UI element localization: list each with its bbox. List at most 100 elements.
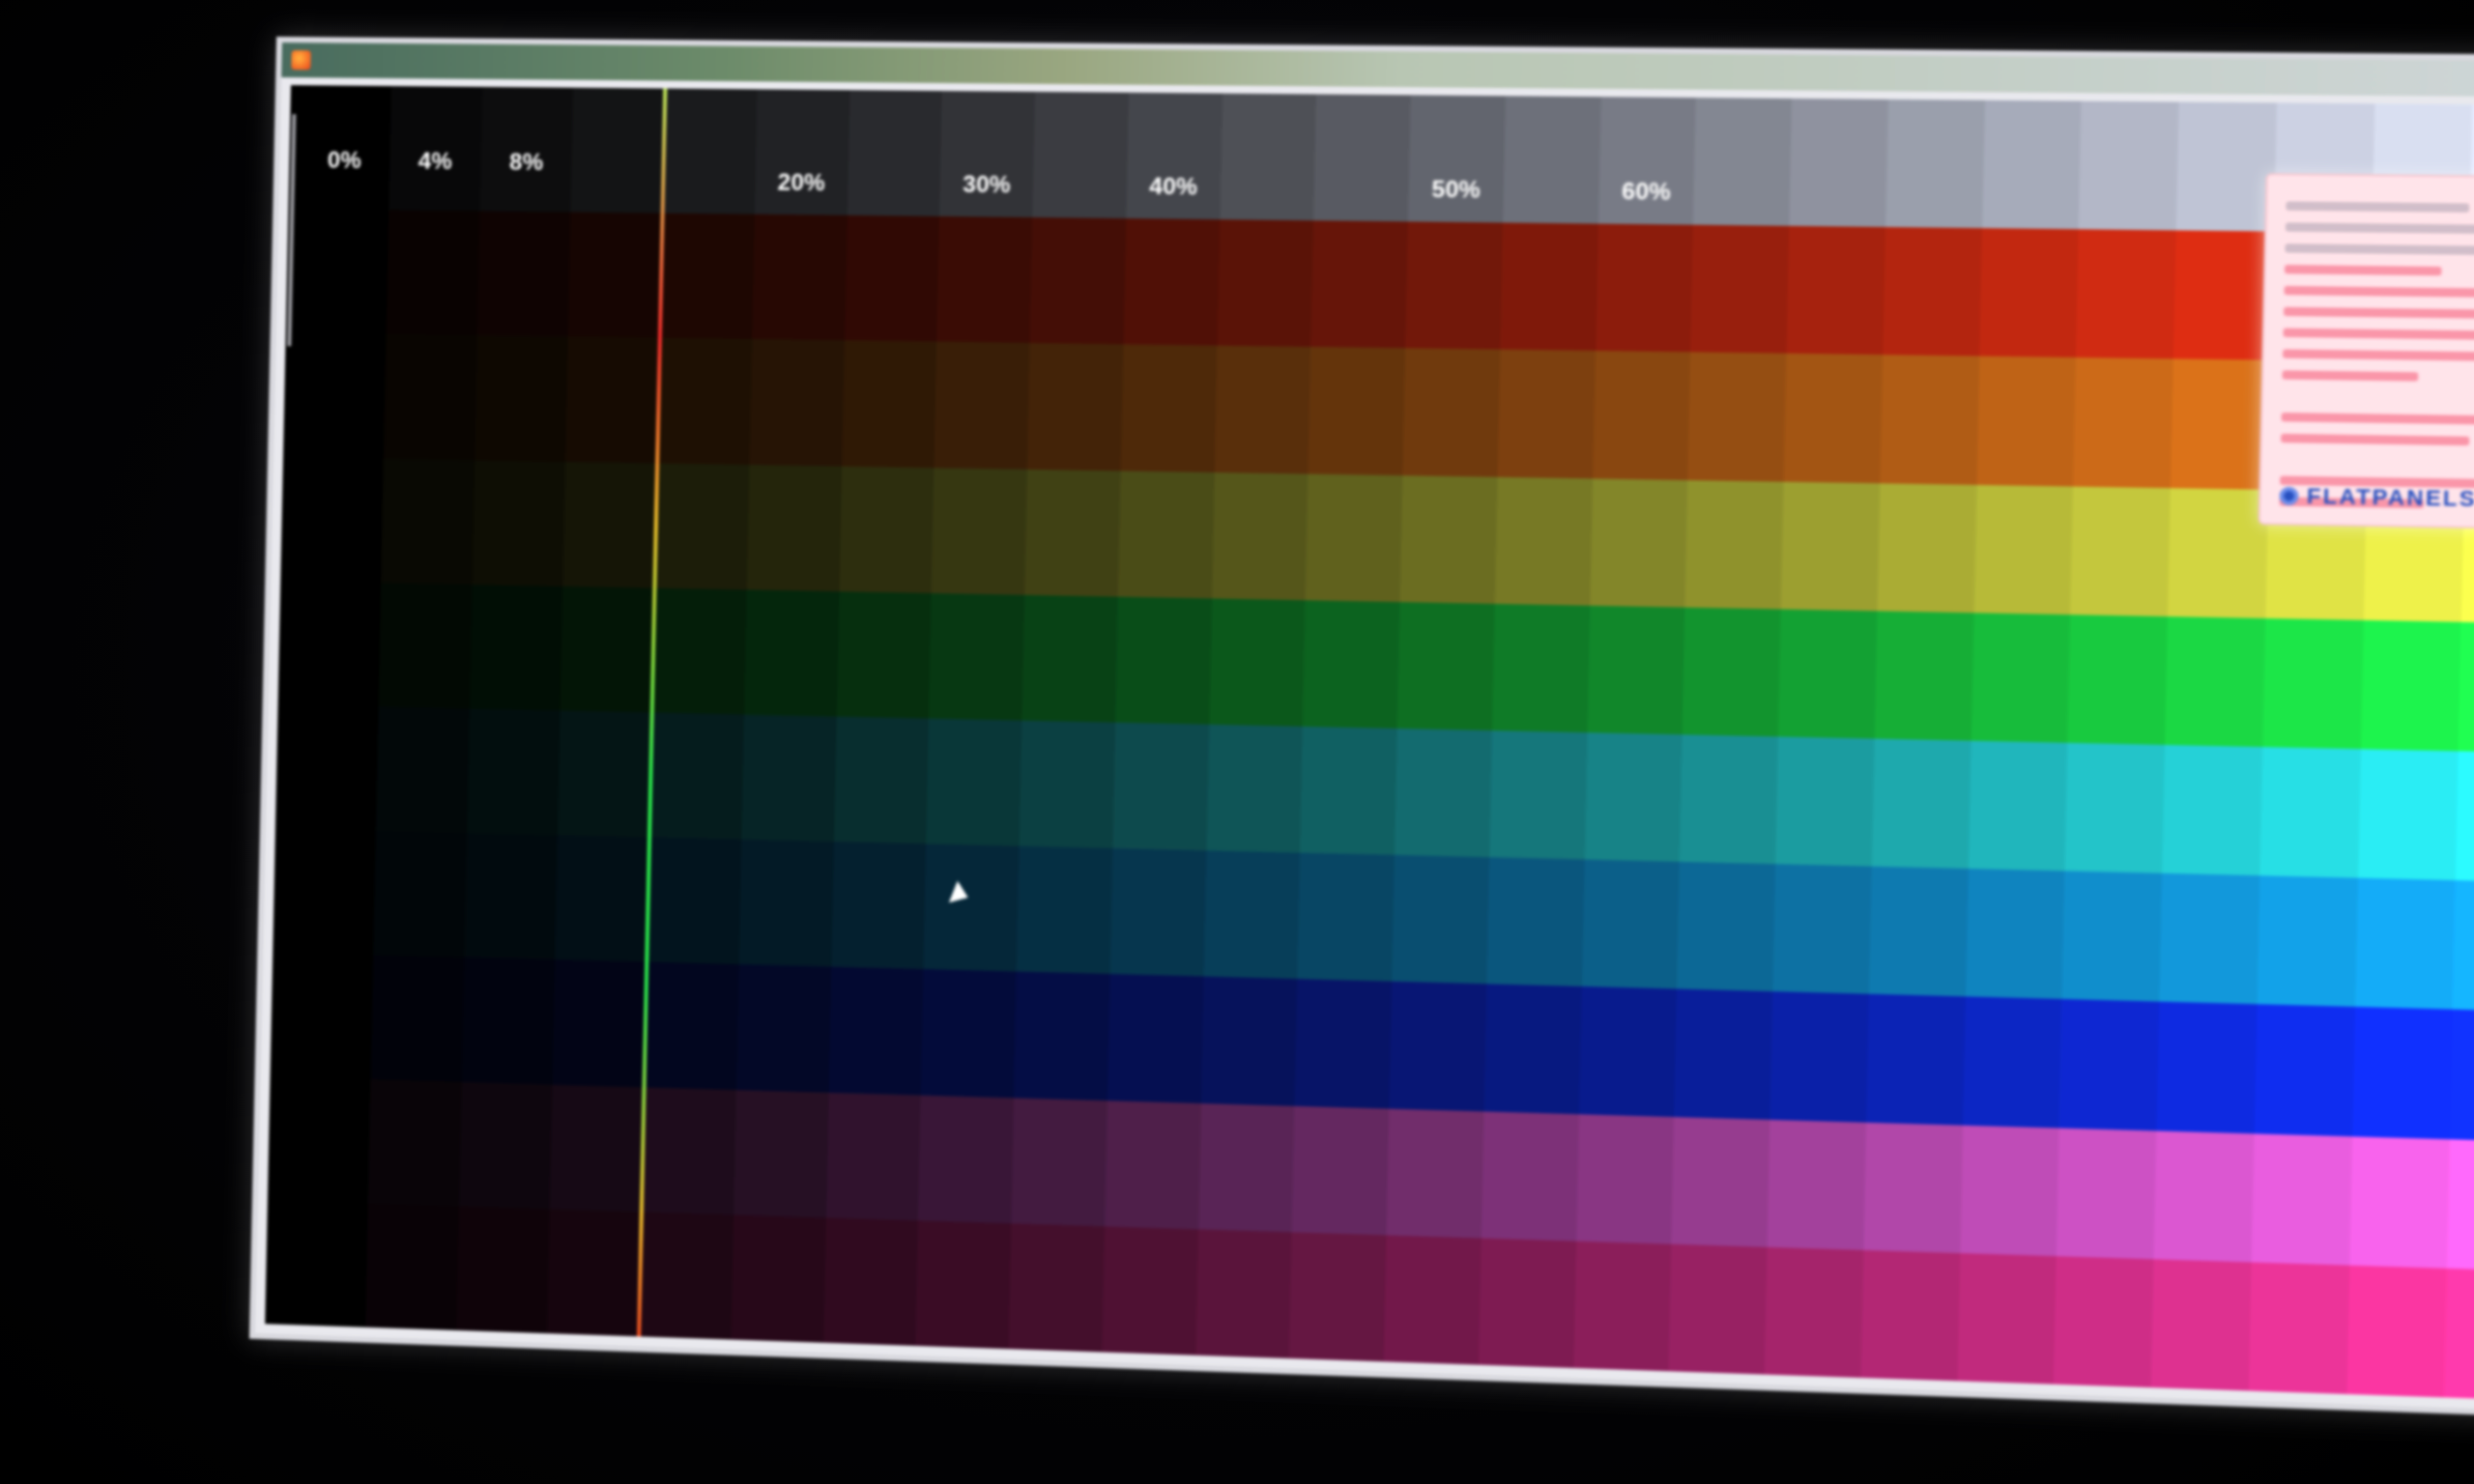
swatch-magenta-10 [1194, 1229, 1292, 1359]
swatch-magenta-2 [455, 1206, 551, 1334]
swatch-yellow-5 [746, 464, 842, 592]
swatch-blue-10 [1200, 977, 1298, 1106]
swatch-violet-4 [641, 1087, 736, 1215]
swatch-magenta-16 [1764, 1246, 1863, 1378]
swatch-yellow-16 [1780, 481, 1881, 612]
swatch-cyan-17 [1871, 738, 1971, 870]
info-text-line [2281, 412, 2474, 425]
swatch-magenta-8 [1008, 1223, 1105, 1353]
swatch-green-4 [651, 587, 747, 715]
swatch-azure-18 [1965, 869, 2065, 1000]
swatch-violet-6 [825, 1092, 921, 1221]
swatch-red-9 [1123, 218, 1220, 346]
swatch-red-0 [295, 209, 389, 335]
swatch-gray-11 [1313, 94, 1411, 222]
swatch-violet-0 [276, 1076, 371, 1204]
swatch-gray-15 [1693, 98, 1793, 227]
swatch-green-23 [2459, 621, 2474, 754]
swatch-magenta-11 [1289, 1232, 1387, 1362]
swatch-blue-14 [1578, 986, 1678, 1117]
swatch-orange-20 [2170, 358, 2271, 490]
info-text-line [2281, 433, 2470, 446]
swatch-red-13 [1500, 222, 1598, 352]
swatch-orange-8 [1026, 343, 1124, 471]
swatch-red-4 [659, 213, 755, 340]
swatch-azure-16 [1772, 864, 1872, 995]
swatch-green-6 [836, 591, 932, 719]
swatch-green-20 [2165, 615, 2265, 748]
swatch-violet-9 [1104, 1099, 1201, 1230]
swatch-magenta-4 [639, 1212, 734, 1340]
swatch-blue-2 [461, 956, 556, 1085]
swatch-blue-8 [1014, 971, 1110, 1100]
swatch-magenta-19 [2054, 1255, 2154, 1388]
swatch-violet-12 [1386, 1108, 1484, 1239]
logo-mark-icon [2279, 486, 2299, 506]
swatch-blue-19 [2058, 999, 2160, 1131]
info-panel-text [2279, 201, 2474, 510]
swatch-orange-12 [1402, 348, 1501, 477]
swatch-magenta-21 [2248, 1262, 2349, 1394]
swatch-magenta-7 [915, 1220, 1012, 1350]
swatch-azure-23 [2453, 880, 2474, 1013]
swatch-red-5 [752, 214, 848, 341]
swatch-azure-20 [2159, 873, 2260, 1005]
swatch-gray-16 [1789, 98, 1888, 228]
swatch-cyan-5 [741, 714, 837, 842]
swatch-yellow-14 [1589, 478, 1688, 608]
swatch-yellow-6 [839, 466, 935, 593]
info-panel[interactable]: FLATPANELSDK [2258, 173, 2474, 530]
swatch-violet-8 [1011, 1098, 1108, 1227]
swatch-blue-6 [828, 966, 924, 1096]
swatch-azure-22 [2354, 877, 2457, 1011]
swatch-blue-13 [1483, 984, 1582, 1114]
swatch-cyan-23 [2456, 751, 2474, 883]
swatch-green-12 [1396, 601, 1495, 731]
swatch-violet-1 [367, 1078, 462, 1207]
swatch-cyan-18 [1968, 740, 2068, 871]
swatch-azure-3 [555, 835, 649, 962]
swatch-violet-13 [1481, 1111, 1579, 1241]
swatch-violet-2 [458, 1081, 553, 1210]
swatch-orange-1 [383, 334, 477, 461]
swatch-gray-5 [754, 89, 850, 215]
swatch-yellow-10 [1211, 471, 1309, 601]
swatch-violet-7 [918, 1095, 1015, 1224]
swatch-cyan-22 [2357, 749, 2460, 881]
swatch-orange-4 [657, 338, 753, 465]
swatch-orange-0 [292, 332, 387, 459]
swatch-blue-18 [1962, 996, 2062, 1128]
swatch-gray-19 [2078, 100, 2179, 231]
swatch-violet-3 [550, 1084, 645, 1213]
swatch-gray-2 [479, 86, 574, 213]
swatch-red-7 [936, 216, 1033, 344]
swatch-green-9 [1114, 596, 1212, 725]
swatch-green-5 [743, 589, 840, 717]
swatch-cyan-13 [1488, 730, 1588, 860]
swatch-yellow-3 [562, 461, 658, 588]
swatch-green-11 [1303, 600, 1400, 729]
swatch-gray-9 [1126, 92, 1223, 220]
swatch-blue-0 [279, 952, 373, 1079]
scrollbar[interactable] [287, 114, 297, 347]
flatpanels-logo[interactable]: FLATPANELSDK [2279, 483, 2474, 513]
swatch-green-18 [1971, 613, 2071, 743]
swatch-yellow-1 [381, 458, 475, 585]
swatch-cyan-19 [2064, 742, 2166, 874]
swatch-red-18 [1978, 228, 2079, 358]
swatch-green-7 [929, 592, 1025, 721]
swatch-gray-7 [939, 91, 1036, 218]
swatch-violet-17 [1862, 1122, 1963, 1253]
swatch-green-1 [378, 583, 473, 709]
swatch-green-15 [1682, 607, 1781, 737]
color-test-grid [274, 85, 2474, 1401]
swatch-azure-9 [1109, 848, 1207, 978]
info-text-line [2282, 370, 2419, 382]
swatch-red-16 [1786, 226, 1885, 356]
firefox-app-icon [291, 50, 311, 71]
swatch-azure-14 [1581, 859, 1681, 989]
swatch-red-12 [1405, 221, 1504, 351]
swatch-gray-10 [1219, 93, 1317, 221]
swatch-azure-0 [282, 828, 376, 956]
swatch-yellow-13 [1494, 476, 1593, 606]
